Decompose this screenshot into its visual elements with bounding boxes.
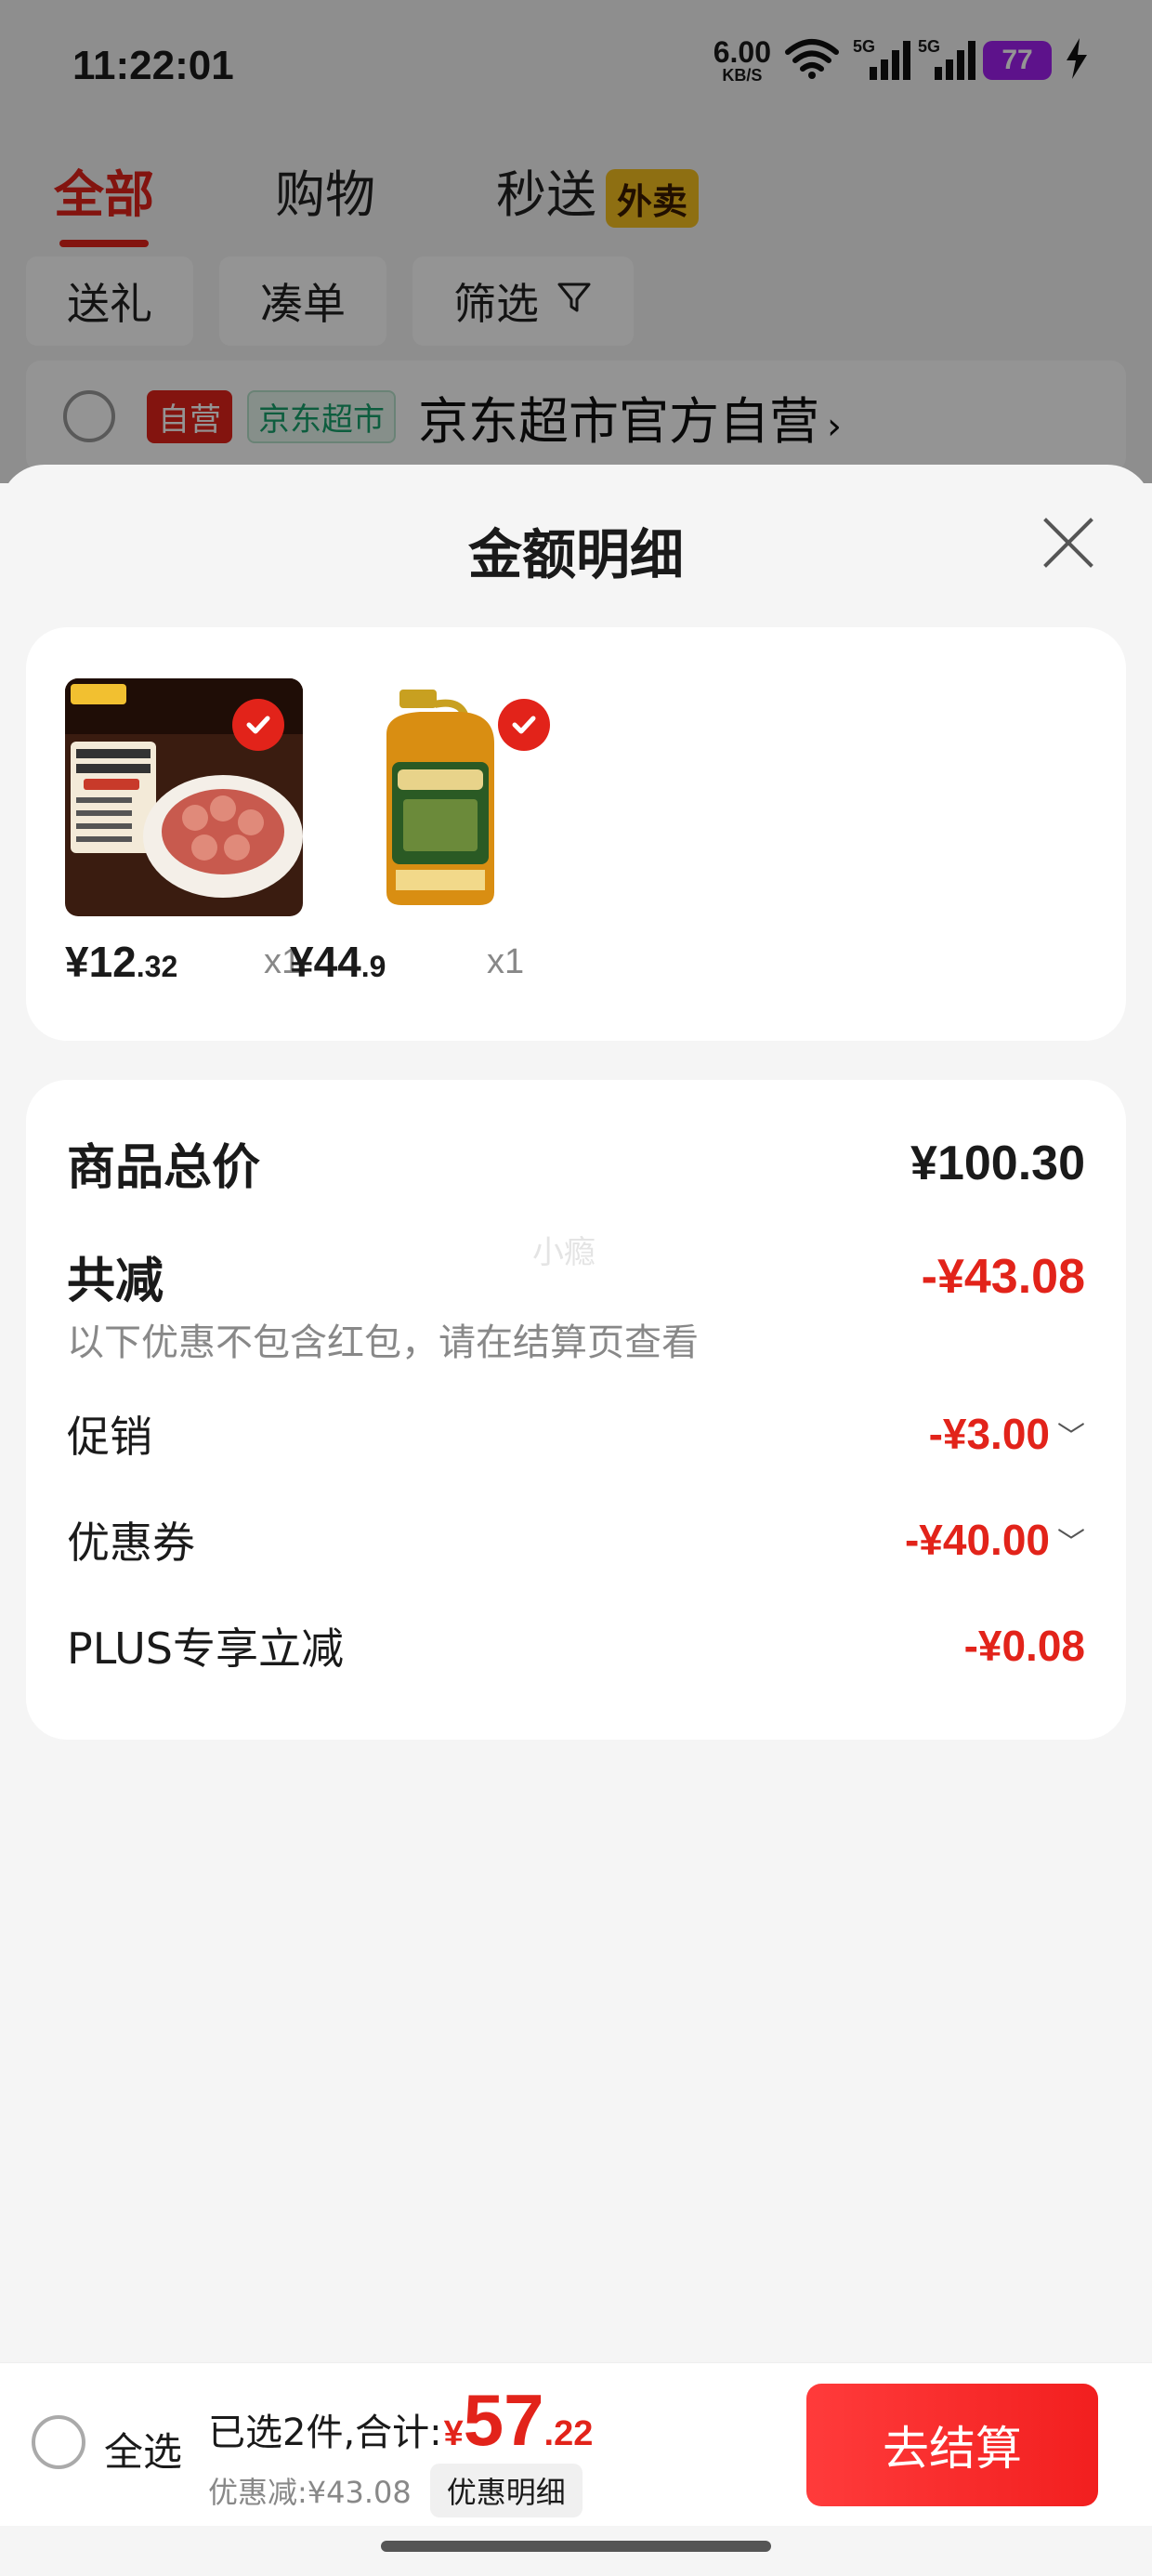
total-integer: 57: [463, 2379, 544, 2461]
savings-line: 优惠减:¥43.08 优惠明细: [208, 2464, 583, 2517]
total-decimal: .22: [543, 2414, 594, 2453]
checkout-bar: 全选 已选2件,合计: ¥ 57 .22 优惠减:¥43.08 优惠明细 去结算: [0, 2362, 1152, 2526]
coupon-value: -¥40.00: [904, 1516, 1050, 1564]
savings-text: 优惠减:¥43.08: [208, 2475, 412, 2510]
selected-check-icon: [498, 699, 550, 751]
coupon-row[interactable]: 优惠券 -¥40.00 ﹀: [67, 1509, 1085, 1571]
product-price-dec: .32: [136, 950, 178, 983]
goods-total-label: 商品总价: [67, 1140, 261, 1196]
product-price: ¥44.9: [290, 937, 386, 987]
product-price-int: ¥44: [290, 938, 361, 986]
total-discount-label: 共减: [67, 1254, 164, 1309]
select-all-radio[interactable]: [32, 2415, 85, 2469]
price-summary-card: 商品总价 ¥100.30 小瘾 共减 -¥43.08 以下优惠不包含红包，请在结…: [26, 1080, 1126, 1740]
promotion-row[interactable]: 促销 -¥3.00 ﹀: [67, 1403, 1085, 1465]
selected-count-text: 已选2件,合计:: [208, 2412, 442, 2454]
coupon-label: 优惠券: [67, 1518, 195, 1568]
total-discount-row: 共减 -¥43.08: [67, 1242, 1085, 1311]
total-currency: ¥: [443, 2414, 464, 2453]
plus-discount-value: -¥0.08: [963, 1622, 1085, 1670]
total-discount-value: -¥43.08: [921, 1249, 1085, 1304]
modal-backdrop[interactable]: [0, 0, 1152, 483]
plus-discount-label: PLUS专享立减: [67, 1623, 344, 1674]
plus-discount-row: PLUS专享立减 -¥0.08: [67, 1615, 1085, 1676]
chevron-down-icon: ﹀: [1057, 1422, 1085, 1452]
cooking-oil-product-image: [331, 678, 569, 916]
promotion-value: -¥3.00: [928, 1410, 1050, 1458]
promotion-label: 促销: [67, 1412, 152, 1462]
select-all-label[interactable]: 全选: [104, 2421, 182, 2477]
discount-detail-button[interactable]: 优惠明细: [429, 2464, 583, 2517]
home-indicator[interactable]: [381, 2541, 771, 2552]
sheet-title: 金额明细: [467, 523, 684, 586]
selected-total: 已选2件,合计: ¥ 57 .22: [208, 2384, 593, 2456]
selected-check-icon: [232, 699, 284, 751]
promotion-value-wrap: -¥3.00 ﹀: [929, 1409, 1085, 1459]
product-price-dec: .9: [360, 950, 386, 983]
product-item[interactable]: ¥44.9 x1: [290, 678, 570, 986]
product-card: ¥12.32 x1 ¥44.9 x1: [26, 627, 1126, 1041]
sausage-product-image: [65, 678, 303, 916]
product-quantity: x1: [487, 942, 525, 981]
discount-note: 以下优惠不包含红包，请在结算页查看: [67, 1321, 699, 1364]
product-price: ¥12.32: [65, 937, 177, 987]
product-price-int: ¥12: [65, 938, 137, 986]
coupon-value-wrap: -¥40.00 ﹀: [905, 1515, 1085, 1565]
chevron-down-icon: ﹀: [1057, 1528, 1085, 1558]
goods-total-value: ¥100.30: [910, 1136, 1085, 1190]
amount-detail-sheet: 金额明细 ¥12.32 x1 ¥44.9 x1 商品总价 ¥100.30 小瘾 …: [0, 465, 1152, 2576]
product-item[interactable]: ¥12.32 x1: [65, 678, 305, 986]
checkout-button[interactable]: 去结算: [806, 2384, 1098, 2506]
goods-total-row: 商品总价 ¥100.30: [67, 1128, 1085, 1198]
close-icon[interactable]: [1039, 513, 1098, 572]
